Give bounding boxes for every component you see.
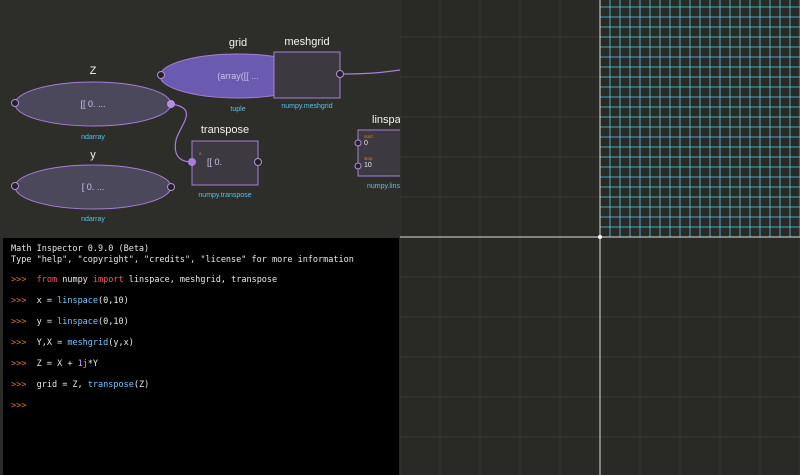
node-linspace-stop-value: 10: [364, 162, 372, 169]
plot-svg[interactable]: [400, 0, 800, 475]
console-line: >>> Y,X = meshgrid(y,x): [11, 338, 134, 348]
node-transpose-title: transpose: [200, 124, 250, 136]
console-prompt: >>>: [11, 401, 27, 411]
node-linspace-type: numpy.lins: [367, 183, 400, 190]
node-transpose-type: numpy.transpose: [198, 192, 252, 199]
edge-z-to-transpose: [170, 103, 193, 163]
console-prompt: >>>: [11, 359, 27, 369]
node-linspace-stop-label: stop: [364, 156, 373, 161]
node-transpose-input-port[interactable]: [188, 158, 196, 166]
function-name: transpose: [87, 380, 134, 390]
console-prompt: >>>: [11, 380, 27, 390]
node-y-input-port[interactable]: [11, 182, 19, 190]
code-text: (0,10): [98, 296, 129, 306]
node-grid-title: grid: [228, 37, 248, 49]
node-grid-input-port[interactable]: [157, 71, 165, 79]
node-linspace-start-label: start: [364, 134, 373, 139]
node-z-output-port[interactable]: [167, 100, 175, 108]
origin-point: [598, 235, 602, 239]
node-linspace-start-value: 0: [364, 140, 368, 147]
code-text: Z = X +: [36, 359, 78, 369]
console-line: >>> y = linspace(0,10): [11, 317, 129, 327]
console-line: >>> grid = Z, transpose(Z): [11, 380, 149, 390]
console-banner-help: Type "help", "copyright", "credits", "li…: [11, 255, 354, 265]
node-transpose-param-label: a: [199, 151, 202, 156]
node-y-value: [ 0. ...: [81, 182, 105, 192]
node-transpose-body[interactable]: [191, 140, 259, 186]
console-line: >>> from numpy import linspace, meshgrid…: [11, 275, 277, 285]
node-grid-type: tuple: [230, 106, 246, 113]
code-text: grid = Z,: [36, 380, 88, 390]
console-banner-version: Math Inspector 0.9.0 (Beta): [11, 244, 150, 254]
console-prompt: >>>: [11, 317, 27, 327]
node-z-input-port[interactable]: [11, 99, 19, 107]
node-linspace-stop-port[interactable]: [354, 162, 362, 170]
code-text: Y,X =: [36, 338, 68, 348]
node-z-title: Z: [89, 65, 97, 77]
node-linspace-title: linspa: [372, 114, 400, 126]
node-transpose-value: [[ 0.: [207, 157, 223, 167]
code-text: numpy: [57, 275, 93, 285]
node-z-value: [[ 0. ...: [80, 99, 106, 109]
code-text: (Z): [133, 380, 150, 390]
mesh-grid: [599, 0, 800, 238]
node-y-type: ndarray: [81, 216, 105, 223]
node-z-type: ndarray: [81, 134, 105, 141]
console-prompt: >>>: [11, 275, 27, 285]
function-name: linspace: [57, 296, 99, 306]
console-prompt: >>>: [11, 338, 27, 348]
code-text: (y,x): [108, 338, 134, 348]
keyword-from: from: [36, 275, 58, 285]
plot-canvas[interactable]: [400, 0, 800, 475]
console-line: >>> x = linspace(0,10): [11, 296, 129, 306]
console-prompt: >>>: [11, 296, 27, 306]
graph-editor-panel[interactable]: Z [[ 0. ... ndarray y [ 0. ... ndarray g…: [0, 0, 400, 238]
console-line: >>> Z = X + 1j*Y: [11, 359, 98, 369]
number-literal: 1j: [77, 359, 88, 369]
edge-meshgrid-out: [339, 69, 400, 75]
node-meshgrid-body[interactable]: [273, 51, 341, 99]
code-text: *Y: [87, 359, 99, 369]
keyword-import: import: [92, 275, 124, 285]
node-y-output-port[interactable]: [167, 183, 175, 191]
node-linspace-start-port[interactable]: [354, 139, 362, 147]
node-meshgrid-type: numpy.meshgrid: [281, 103, 333, 110]
function-name: meshgrid: [67, 338, 109, 348]
function-name: linspace: [57, 317, 99, 327]
python-console[interactable]: Math Inspector 0.9.0 (Beta) Type "help",…: [3, 238, 399, 475]
node-y-title: y: [90, 149, 96, 161]
node-meshgrid-output-port[interactable]: [336, 70, 344, 78]
node-grid-value: (array([[ ...: [217, 71, 259, 81]
code-text: x =: [36, 296, 58, 306]
code-text: linspace, meshgrid, transpose: [123, 275, 278, 285]
code-text: y =: [36, 317, 58, 327]
console-input-line[interactable]: >>>: [11, 401, 26, 411]
node-meshgrid-title: meshgrid: [284, 36, 330, 48]
code-text: (0,10): [98, 317, 129, 327]
node-transpose-output-port[interactable]: [254, 158, 262, 166]
graph-canvas[interactable]: [0, 0, 400, 238]
